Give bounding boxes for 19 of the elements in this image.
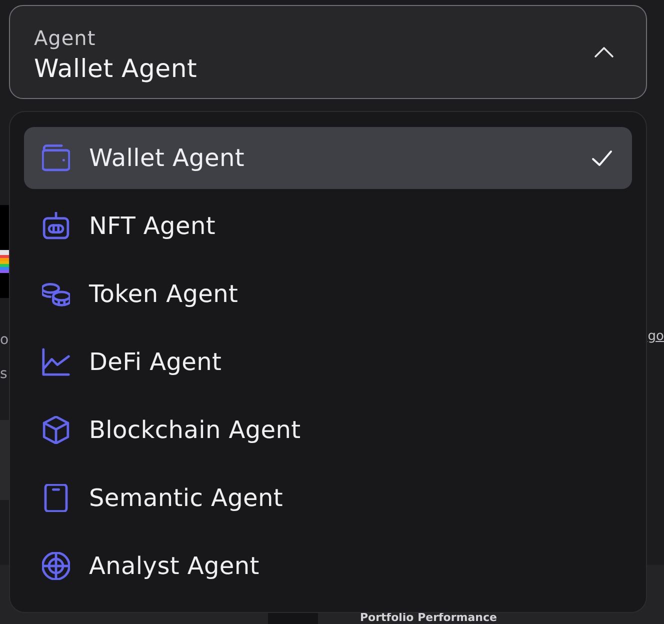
crosshair-icon (42, 552, 70, 580)
link[interactable]: go (648, 327, 664, 347)
menu-item[interactable]: DeFi Agent (24, 331, 632, 393)
menu-item[interactable]: Semantic Agent (24, 467, 632, 529)
wallet-icon (42, 144, 70, 172)
robot-icon (42, 212, 70, 240)
menu-item[interactable]: NFT Agent (24, 195, 632, 257)
cube-icon (42, 416, 70, 444)
body-text: s (0, 365, 8, 384)
menu-item[interactable]: Analyst Agent (24, 535, 632, 597)
tablet-icon (42, 484, 70, 512)
menu-item[interactable]: Wallet Agent (24, 127, 632, 189)
body-text: o (0, 331, 9, 350)
menu-item[interactable]: Blockchain Agent (24, 399, 632, 461)
menu-item[interactable]: Token Agent (24, 263, 632, 325)
coins-icon (42, 280, 70, 308)
agent-select[interactable]: Agent Wallet Agent (9, 5, 647, 99)
section-heading: Portfolio Performance (360, 612, 497, 624)
line-chart-icon (42, 348, 70, 376)
